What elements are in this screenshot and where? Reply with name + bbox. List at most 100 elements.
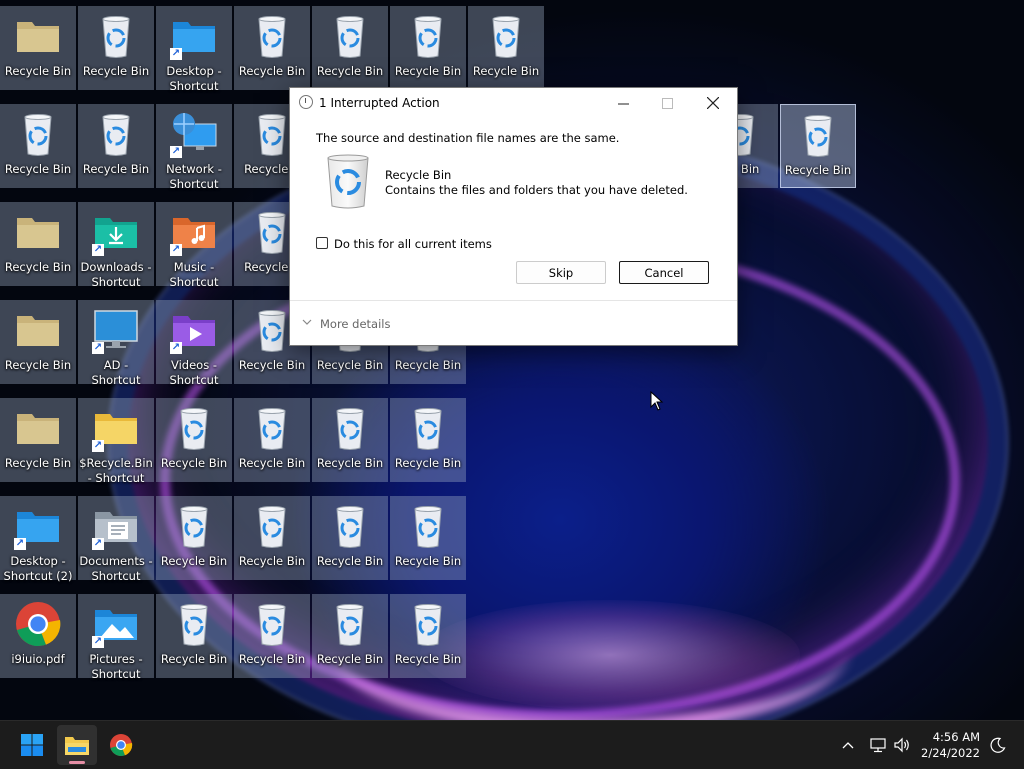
desktop-icon-bin[interactable]: Recycle Bin: [0, 104, 76, 188]
bin-icon: [404, 502, 452, 550]
desktop-icon-music[interactable]: ↗ Music - Shortcut: [156, 202, 232, 289]
bin-icon: [326, 404, 374, 452]
clock-icon: [299, 95, 313, 109]
music-icon: ↗: [170, 208, 218, 256]
bin-icon: [326, 12, 374, 60]
desktop-icon-bin[interactable]: Recycle Bin: [234, 398, 310, 482]
shortcut-arrow-icon: ↗: [14, 538, 26, 550]
desktop-icon-bin[interactable]: Recycle Bin: [390, 398, 466, 482]
clock-button[interactable]: 4:56 AM 2/24/2022: [918, 727, 982, 763]
shortcut-arrow-icon: ↗: [170, 146, 182, 158]
desktop-icon-label: Recycle Bin: [394, 456, 462, 470]
apply-to-all-checkbox[interactable]: [316, 237, 328, 249]
mouse-cursor-icon: [650, 391, 664, 411]
maximize-button[interactable]: [645, 90, 689, 116]
desktop-icon-bin[interactable]: Recycle Bin: [312, 6, 388, 90]
file-explorer-taskbar-button[interactable]: [57, 725, 97, 765]
desktop-icon-label: Pictures - Shortcut: [89, 652, 143, 681]
desktop-icon-documents[interactable]: ↗ Documents - Shortcut: [78, 496, 154, 583]
desktop-icon-bin[interactable]: Recycle Bin: [78, 6, 154, 90]
item-name: Recycle Bin: [385, 168, 452, 182]
desktop-icon-bin[interactable]: Recycle Bin: [312, 496, 388, 580]
shortcut-arrow-icon: ↗: [170, 244, 182, 256]
apply-to-all-label[interactable]: Do this for all current items: [334, 237, 492, 251]
desktop-icon-folder-blue[interactable]: ↗ Desktop - Shortcut (2): [0, 496, 76, 583]
desktop-icon-label: Recycle Bin: [4, 162, 72, 176]
skip-button[interactable]: Skip: [516, 261, 606, 284]
desktop-icon-bin[interactable]: Recycle Bin: [234, 6, 310, 90]
bin-icon: [92, 110, 140, 158]
chrome-taskbar-button[interactable]: [101, 725, 141, 765]
videos-icon: ↗: [170, 306, 218, 354]
desktop-icon-downloads[interactable]: ↗ Downloads - Shortcut: [78, 202, 154, 289]
desktop-icon-label: Recycle Bin: [316, 652, 384, 666]
network-status-button[interactable]: [866, 725, 890, 765]
desktop-icon-bin[interactable]: Recycle Bin: [468, 6, 544, 90]
minimize-button[interactable]: [601, 90, 645, 116]
desktop-icon-bin[interactable]: Recycle Bin: [156, 398, 232, 482]
bin-icon: [14, 110, 62, 158]
desktop-icon-bin[interactable]: Recycle Bin: [312, 594, 388, 678]
desktop-icon-label: i9iuio.pdf: [11, 652, 65, 666]
more-details-label: More details: [320, 317, 391, 331]
desktop-icon-label: Recycle Bin: [4, 260, 72, 274]
desktop-icon-label: Recycle Bin: [316, 554, 384, 568]
desktop-icon-label: Downloads - Shortcut: [80, 260, 152, 289]
taskbar-time: 4:56 AM: [932, 730, 980, 744]
desktop-icon-bin[interactable]: Recycle Bin: [312, 398, 388, 482]
folder-icon: [14, 208, 62, 256]
start-icon: [21, 734, 43, 756]
desktop-icon-bin[interactable]: Recycle Bin: [234, 594, 310, 678]
folder-blue-icon: ↗: [170, 12, 218, 60]
desktop-icon-folder[interactable]: Recycle Bin: [0, 202, 76, 286]
desktop-icon-folder[interactable]: Recycle Bin: [0, 300, 76, 384]
desktop-icon-folder[interactable]: Recycle Bin: [0, 6, 76, 90]
desktop-icon-bin[interactable]: Recycle Bin: [390, 496, 466, 580]
desktop-icon-label: Desktop - Shortcut (2): [3, 554, 73, 583]
start-button[interactable]: [12, 725, 52, 765]
volume-button[interactable]: [890, 725, 914, 765]
desktop-icon-label: Recycle Bin: [160, 554, 228, 568]
maximize-icon: [661, 97, 673, 109]
desktop-icon-bin[interactable]: Recycle Bin: [234, 496, 310, 580]
cancel-button[interactable]: Cancel: [619, 261, 709, 284]
desktop-icon-bin[interactable]: Recycle Bin: [156, 496, 232, 580]
bin-icon: [248, 600, 296, 648]
desktop-icon-folder[interactable]: Recycle Bin: [0, 398, 76, 482]
desktop-icon-label: Recycle Bin: [82, 162, 150, 176]
desktop-icon-folder-yellow[interactable]: ↗ $Recycle.Bin - Shortcut: [78, 398, 154, 485]
desktop-icon-label: Recycle Bin: [238, 456, 306, 470]
desktop-icon-label: Recycle Bin: [394, 358, 462, 372]
desktop-icon-bin[interactable]: Recycle Bin: [156, 594, 232, 678]
focus-assist-button[interactable]: [985, 725, 1011, 765]
desktop-icon-label: Recycle Bin: [238, 64, 306, 78]
desktop-icon-bin[interactable]: Recycle Bin: [390, 594, 466, 678]
bin-icon: [482, 12, 530, 60]
taskbar: 4:56 AM 2/24/2022: [0, 720, 1024, 769]
desktop-icon-label: Recycle Bin: [160, 652, 228, 666]
desktop-icon-label: Documents - Shortcut: [79, 554, 153, 583]
volume-icon: [894, 737, 909, 753]
folder-blue-icon: ↗: [14, 502, 62, 550]
desktop-icon-bin[interactable]: Recycle Bin: [390, 6, 466, 90]
desktop-icon-network[interactable]: ↗ Network - Shortcut: [156, 104, 232, 191]
desktop-icon-bin[interactable]: Recycle Bin: [780, 104, 856, 188]
pictures-icon: ↗: [92, 600, 140, 648]
moon-icon: [990, 737, 1006, 753]
dialog-title: 1 Interrupted Action: [319, 96, 440, 110]
desktop-icon-monitor[interactable]: ↗ AD - Shortcut: [78, 300, 154, 387]
desktop-icon-chrome[interactable]: i9iuio.pdf: [0, 594, 76, 678]
desktop-icon-label: Recycle Bin: [4, 456, 72, 470]
more-details-toggle[interactable]: More details: [302, 317, 391, 331]
shortcut-arrow-icon: ↗: [92, 244, 104, 256]
dialog-titlebar[interactable]: 1 Interrupted Action: [290, 88, 737, 118]
close-button[interactable]: [691, 90, 735, 116]
desktop-icon-bin[interactable]: Recycle Bin: [78, 104, 154, 188]
desktop-icon-folder-blue[interactable]: ↗ Desktop - Shortcut: [156, 6, 232, 93]
desktop-icon-label: Recycle Bin: [316, 456, 384, 470]
show-hidden-icons-button[interactable]: [830, 725, 866, 765]
desktop-icon-pictures[interactable]: ↗ Pictures - Shortcut: [78, 594, 154, 681]
desktop-icon-videos[interactable]: ↗ Videos - Shortcut: [156, 300, 232, 387]
close-icon: [707, 97, 719, 109]
bin-icon: [170, 404, 218, 452]
